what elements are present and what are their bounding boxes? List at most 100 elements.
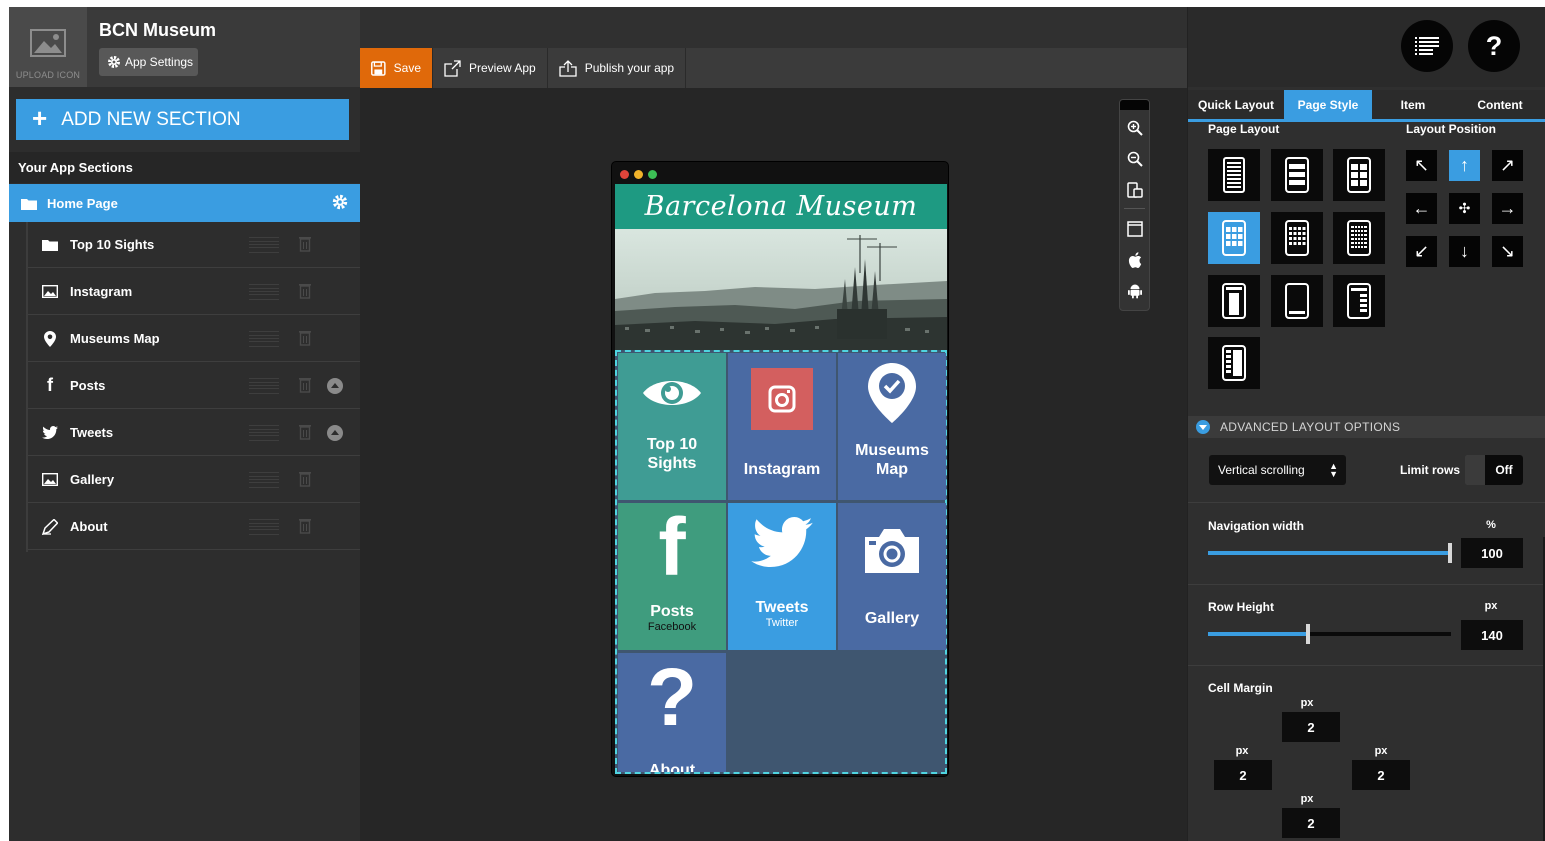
position-top-center[interactable]: ↑	[1449, 150, 1480, 181]
position-bottom-center[interactable]: ↓	[1449, 236, 1480, 267]
position-bottom-left[interactable]: ↙	[1406, 236, 1437, 267]
trash-icon[interactable]	[299, 424, 311, 440]
position-center[interactable]: ✣	[1449, 193, 1480, 224]
android-icon[interactable]	[1127, 283, 1143, 299]
slider-thumb[interactable]	[1305, 624, 1310, 644]
position-bottom-right[interactable]: ↘	[1492, 236, 1523, 267]
limit-rows-toggle[interactable]: Off	[1465, 455, 1523, 485]
drag-handle-icon[interactable]	[249, 237, 279, 253]
trash-icon[interactable]	[299, 330, 311, 346]
device-rotate-icon[interactable]	[1127, 182, 1143, 198]
drag-handle-icon[interactable]	[249, 284, 279, 300]
advanced-layout-toggle[interactable]: ADVANCED LAYOUT OPTIONS	[1188, 416, 1545, 438]
layout-single-card[interactable]	[1208, 275, 1260, 327]
help-button[interactable]: ?	[1468, 20, 1520, 72]
layout-grid-4col[interactable]	[1271, 212, 1323, 264]
gear-icon[interactable]	[332, 194, 348, 210]
trash-icon[interactable]	[299, 377, 311, 393]
drag-handle-icon[interactable]	[249, 472, 279, 488]
layout-list[interactable]	[1271, 149, 1323, 201]
margin-right-input[interactable]: 2	[1352, 760, 1410, 790]
tile-instagram[interactable]: Instagram	[728, 353, 836, 500]
tile-about[interactable]: ? About	[618, 653, 726, 772]
menu-list-button[interactable]	[1401, 20, 1453, 72]
publish-label: Publish your app	[584, 61, 675, 75]
map-pin-icon	[41, 330, 59, 347]
tab-page-style[interactable]: Page Style	[1284, 90, 1372, 119]
sidebar-item-posts[interactable]: f Posts	[28, 363, 360, 409]
zoom-in-icon[interactable]	[1127, 120, 1143, 136]
nav-width-slider[interactable]	[1208, 543, 1452, 563]
drag-handle-icon[interactable]	[249, 331, 279, 347]
trash-icon[interactable]	[299, 471, 311, 487]
list-icon	[1415, 37, 1439, 55]
tile-posts[interactable]: f Posts Facebook	[618, 503, 726, 650]
desktop-frame-icon[interactable]	[1127, 221, 1143, 237]
position-top-right[interactable]: ↗	[1492, 150, 1523, 181]
margin-top-unit: px	[1300, 697, 1314, 709]
sidebar-item-about[interactable]: About	[28, 504, 360, 550]
row-height-slider[interactable]	[1208, 624, 1451, 644]
layout-list-detail[interactable]	[1208, 149, 1260, 201]
chevron-down-icon	[1196, 420, 1210, 434]
zoom-out-icon[interactable]	[1127, 151, 1143, 167]
tab-item[interactable]: Item	[1372, 90, 1454, 119]
trash-icon[interactable]	[299, 283, 311, 299]
arrow-up-left-icon: ↖	[1413, 155, 1430, 175]
app-window: UPLOAD ICON BCN Museum App Settings + AD…	[9, 7, 1545, 841]
preview-app-button[interactable]: Preview App	[433, 48, 548, 88]
trash-icon[interactable]	[299, 236, 311, 252]
arrow-up-icon: ↑	[1460, 155, 1469, 175]
scroll-mode-select[interactable]: Vertical scrolling ▲ ▼	[1209, 455, 1346, 485]
image-placeholder-icon	[30, 29, 66, 57]
add-new-section-button[interactable]: + ADD NEW SECTION	[16, 99, 349, 140]
row-height-input[interactable]: 140	[1461, 620, 1523, 650]
drag-handle-icon[interactable]	[249, 425, 279, 441]
image-icon	[41, 285, 59, 298]
margin-left-input[interactable]: 2	[1214, 760, 1272, 790]
position-middle-right[interactable]: →	[1492, 193, 1523, 224]
sidebar-item-top-10-sights[interactable]: Top 10 Sights	[28, 222, 360, 268]
sidebar-item-instagram[interactable]: Instagram	[28, 269, 360, 315]
trash-icon[interactable]	[299, 518, 311, 534]
divider	[1188, 502, 1545, 503]
layout-sidebar-list[interactable]	[1333, 275, 1385, 327]
publish-app-button[interactable]: Publish your app	[548, 48, 687, 88]
sidebar-item-gallery[interactable]: Gallery	[28, 457, 360, 503]
app-settings-button[interactable]: App Settings	[99, 48, 198, 76]
slider-thumb[interactable]	[1448, 543, 1452, 563]
section-label: Gallery	[70, 472, 115, 487]
preview-label: Preview App	[469, 61, 536, 75]
position-middle-left[interactable]: ←	[1406, 193, 1437, 224]
tile-museums-map[interactable]: Museums Map	[838, 353, 946, 500]
app-header: UPLOAD ICON BCN Museum App Settings	[9, 7, 360, 87]
layout-grid-2col[interactable]	[1333, 149, 1385, 201]
arrow-left-icon: ←	[1412, 198, 1431, 218]
margin-bottom-unit: px	[1300, 793, 1314, 805]
sidebar-item-museums-map[interactable]: Museums Map	[28, 316, 360, 362]
drag-handle-icon[interactable]	[249, 378, 279, 394]
upload-icon-button[interactable]: UPLOAD ICON	[9, 7, 87, 87]
drag-handle-icon[interactable]	[249, 519, 279, 535]
app-settings-label: App Settings	[125, 55, 194, 69]
margin-bottom-input[interactable]: 2	[1282, 808, 1340, 838]
expand-up-icon[interactable]	[327, 378, 343, 394]
tile-gallery[interactable]: Gallery	[838, 503, 946, 650]
tile-top-10-sights[interactable]: Top 10 Sights	[618, 353, 726, 500]
tab-content[interactable]: Content	[1454, 90, 1545, 119]
sidebar-item-home-page[interactable]: Home Page	[9, 184, 360, 222]
expand-up-icon[interactable]	[327, 425, 343, 441]
tile-grid: Top 10 Sights Instagram Museums Map f Po…	[615, 350, 947, 774]
tile-tweets[interactable]: Tweets Twitter	[728, 503, 836, 650]
position-top-left[interactable]: ↖	[1406, 150, 1437, 181]
layout-fullscreen[interactable]	[1271, 275, 1323, 327]
sidebar-item-tweets[interactable]: Tweets	[28, 410, 360, 456]
layout-grid-3col[interactable]	[1208, 212, 1260, 264]
nav-width-input[interactable]: 100	[1461, 538, 1523, 568]
tab-quick-layout[interactable]: Quick Layout	[1188, 90, 1284, 119]
apple-icon[interactable]	[1127, 252, 1143, 268]
layout-grid-5col[interactable]	[1333, 212, 1385, 264]
margin-top-input[interactable]: 2	[1282, 712, 1340, 742]
save-button[interactable]: Save	[360, 48, 433, 88]
layout-side-menu[interactable]	[1208, 337, 1260, 389]
